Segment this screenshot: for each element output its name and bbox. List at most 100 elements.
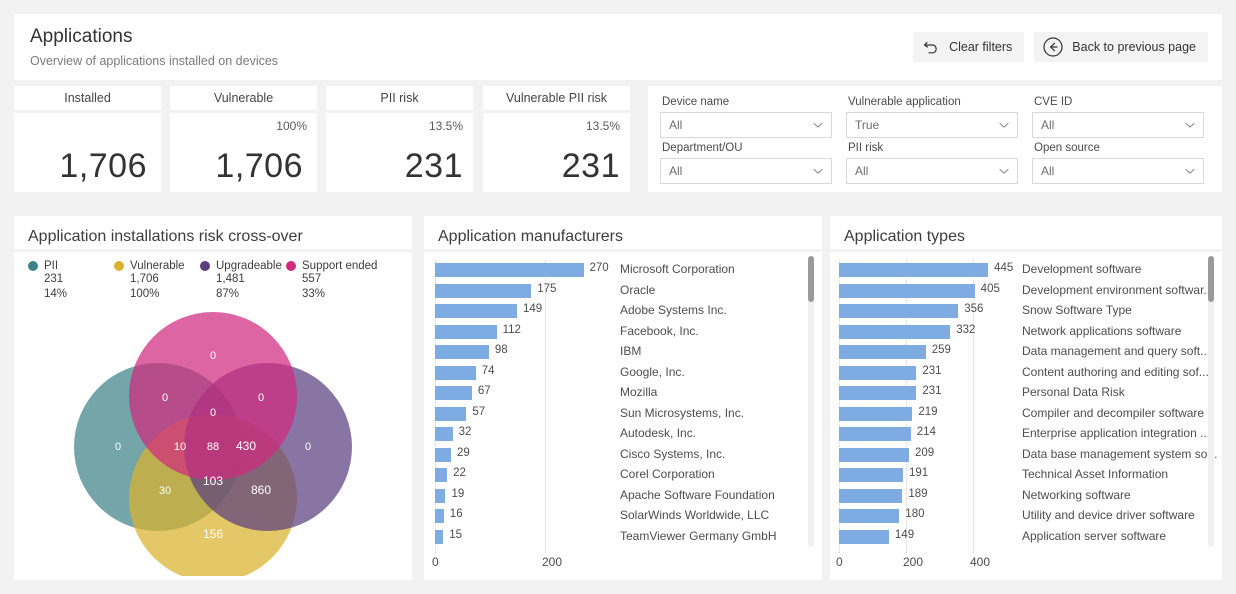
kpi-card-vulnerable[interactable]: Vulnerable 100% 1,706 — [170, 86, 317, 192]
bar[interactable] — [839, 406, 913, 421]
filter-dropdown-vulnerable-application[interactable]: True — [846, 112, 1018, 138]
axis-tick-label: 200 — [542, 555, 563, 569]
page-header: Applications Overview of applications in… — [14, 14, 1222, 80]
venn-legend-item[interactable]: PII 231 14% — [28, 260, 114, 302]
legend-set-name: PII — [44, 260, 59, 272]
bar[interactable] — [839, 386, 917, 400]
filter-label: Device name — [662, 96, 730, 108]
bar-category-label: Content authoring and editing sof... — [1022, 364, 1209, 379]
bar[interactable] — [435, 304, 517, 318]
filter-dropdown-department-ou[interactable]: All — [660, 158, 832, 184]
venn-legend-item[interactable]: Vulnerable 1,706 100% — [114, 260, 200, 302]
bar-row[interactable]: 67 Mozilla — [435, 383, 822, 404]
bar-row[interactable]: 231 Content authoring and editing sof... — [839, 363, 1222, 384]
bar-category-label: Cisco Systems, Inc. — [620, 446, 726, 461]
kpi-percent: 13.5% — [585, 119, 620, 133]
bar[interactable] — [435, 406, 467, 421]
bar[interactable] — [435, 529, 444, 544]
bar[interactable] — [839, 304, 959, 318]
kpi-card-pii-risk[interactable]: PII risk 13.5% 231 — [326, 86, 473, 192]
bar-row[interactable]: 219 Compiler and decompiler software — [839, 404, 1222, 425]
bar-row[interactable]: 270 Microsoft Corporation — [435, 260, 822, 281]
bar-value-label: 19 — [451, 487, 465, 500]
bar[interactable] — [839, 324, 951, 339]
chevron-down-icon — [997, 118, 1011, 132]
venn-legend-item[interactable]: Support ended 557 33% — [286, 260, 377, 302]
filter-value: All — [1041, 164, 1055, 178]
bar[interactable] — [839, 529, 889, 544]
bar-row[interactable]: 209 Data base management system so... — [839, 445, 1222, 466]
kpi-value: 1,706 — [215, 147, 303, 185]
bar-row[interactable]: 15 TeamViewer Germany GmbH — [435, 527, 822, 548]
bar-row[interactable]: 259 Data management and query soft... — [839, 342, 1222, 363]
bar[interactable] — [435, 365, 476, 380]
bar-row[interactable]: 175 Oracle — [435, 281, 822, 302]
bar[interactable] — [839, 365, 917, 380]
bar-category-label: Network applications software — [1022, 323, 1182, 338]
bar-row[interactable]: 57 Sun Microsystems, Inc. — [435, 404, 822, 425]
bar-row[interactable]: 29 Cisco Systems, Inc. — [435, 445, 822, 466]
venn-legend: PII 231 14% Vulnerable 1,706 100% Upgradeable 1… — [14, 252, 412, 302]
bar-category-label: Data management and query soft... — [1022, 344, 1211, 358]
bar-row[interactable]: 231 Personal Data Risk — [839, 383, 1222, 404]
bar[interactable] — [435, 386, 472, 400]
bar[interactable] — [435, 468, 448, 482]
bar[interactable] — [435, 324, 497, 339]
bar-row[interactable]: 149 Application server software — [839, 527, 1222, 548]
legend-set-percent: 33% — [302, 288, 326, 300]
bar-row[interactable]: 191 Technical Asset Information — [839, 465, 1222, 486]
chart-manufacturers[interactable]: 270 Microsoft Corporation 175 Oracle 149 Adob… — [424, 252, 822, 574]
back-to-previous-page-button[interactable]: Back to previous page — [1034, 32, 1208, 62]
clear-filters-button[interactable]: Clear filters — [913, 32, 1025, 62]
bar-row[interactable]: 356 Snow Software Type — [839, 301, 1222, 322]
bar-row[interactable]: 22 Corel Corporation — [435, 465, 822, 486]
header-actions: Clear filters Back to previous page — [913, 32, 1222, 62]
bar-row[interactable]: 98 IBM — [435, 342, 822, 363]
bar-row[interactable]: 445 Development software — [839, 260, 1222, 281]
bar-row[interactable]: 332 Network applications software — [839, 322, 1222, 343]
bar[interactable] — [839, 427, 911, 441]
bar[interactable] — [839, 283, 975, 298]
bar[interactable] — [435, 427, 453, 441]
chart-scrollbar-thumb[interactable] — [1208, 256, 1214, 302]
bar-row[interactable]: 32 Autodesk, Inc. — [435, 424, 822, 445]
bar[interactable] — [839, 509, 900, 523]
bar[interactable] — [435, 447, 451, 462]
filter-dropdown-open-source[interactable]: All — [1032, 158, 1204, 184]
bar-row[interactable]: 74 Google, Inc. — [435, 363, 822, 384]
chart-scrollbar-track[interactable] — [808, 256, 814, 547]
bar[interactable] — [839, 488, 903, 503]
venn-region-vulnerable-only: 156 — [203, 527, 223, 541]
bar-row[interactable]: 19 Apache Software Foundation — [435, 486, 822, 507]
bar-row[interactable]: 149 Adobe Systems Inc. — [435, 301, 822, 322]
filter-dropdown-device-name[interactable]: All — [660, 112, 832, 138]
kpi-card-installed[interactable]: Installed 1,706 — [14, 86, 161, 192]
chart-scrollbar-thumb[interactable] — [808, 256, 814, 302]
bar[interactable] — [839, 468, 903, 482]
bar-row[interactable]: 214 Enterprise application integration ..… — [839, 424, 1222, 445]
bar[interactable] — [435, 263, 584, 277]
panel-title-manufacturers: Application manufacturers — [424, 216, 822, 252]
bar-row[interactable]: 180 Utility and device driver software — [839, 506, 1222, 527]
bar[interactable] — [839, 345, 926, 359]
venn-region-pii-vulnerable: 30 — [159, 485, 171, 497]
filter-row-1: Device name All Vulnerable application T… — [660, 92, 1212, 138]
bar[interactable] — [435, 283, 532, 298]
bar[interactable] — [435, 488, 446, 503]
filter-dropdown-cve-id[interactable]: All — [1032, 112, 1204, 138]
bar-row[interactable]: 16 SolarWinds Worldwide, LLC — [435, 506, 822, 527]
kpi-card-vulnerable-pii-risk[interactable]: Vulnerable PII risk 13.5% 231 — [483, 86, 630, 192]
bar[interactable] — [435, 509, 444, 523]
bar[interactable] — [839, 447, 909, 462]
venn-circle-support-ended[interactable] — [129, 312, 297, 480]
bar[interactable] — [839, 263, 989, 277]
filter-dropdown-pii-risk[interactable]: All — [846, 158, 1018, 184]
bar[interactable] — [435, 345, 489, 359]
chart-scrollbar-track[interactable] — [1208, 256, 1214, 547]
venn-diagram[interactable]: 0 0 0 156 0 0 0 30 860 10 88 430 103 — [14, 302, 412, 576]
bar-row[interactable]: 112 Facebook, Inc. — [435, 322, 822, 343]
bar-row[interactable]: 405 Development environment softwar... — [839, 281, 1222, 302]
chart-types[interactable]: 445 Development software 405 Development en… — [830, 252, 1222, 574]
bar-row[interactable]: 189 Networking software — [839, 486, 1222, 507]
venn-legend-item[interactable]: Upgradeable 1,481 87% — [200, 260, 286, 302]
